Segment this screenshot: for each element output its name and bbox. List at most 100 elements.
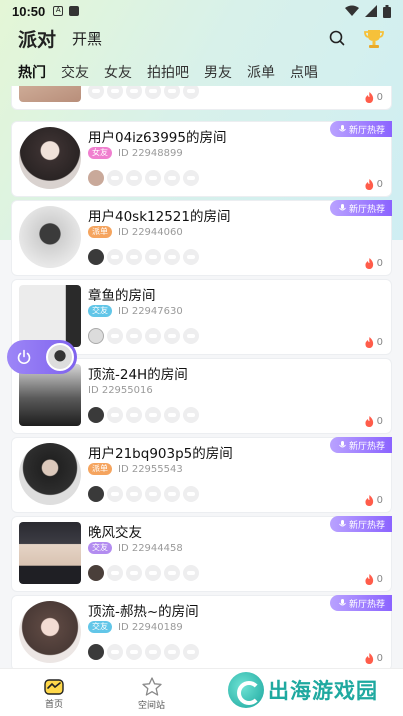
empty-seat-icon[interactable] <box>107 170 123 186</box>
empty-seat-icon[interactable] <box>164 486 180 502</box>
empty-seat-icon[interactable] <box>107 565 123 581</box>
category-social[interactable]: 交友 <box>61 62 89 82</box>
hot-indicator: 0 <box>365 258 383 269</box>
hot-count: 0 <box>376 92 383 103</box>
badge-label: 新厅热荐 <box>348 520 385 531</box>
empty-seat-icon[interactable] <box>107 486 123 502</box>
tab-party[interactable]: 派对 <box>15 25 59 52</box>
badge-label: 新厅热荐 <box>348 204 385 215</box>
search-icon[interactable] <box>329 30 345 46</box>
room-id: ID 22955543 <box>118 463 183 475</box>
room-id: ID 22944458 <box>118 542 183 554</box>
room-card[interactable]: 用户40sk12521的房间 派单 ID 22944060 新厅热荐 0 <box>11 200 392 276</box>
room-meta: 派单 ID 22955543 <box>88 462 183 476</box>
empty-seat-icon[interactable] <box>183 486 199 502</box>
empty-seat-icon[interactable] <box>107 86 123 99</box>
empty-seat-icon[interactable] <box>183 328 199 344</box>
room-card[interactable]: 用户04iz63995的房间 女友 ID 22948899 新厅热荐 0 <box>11 121 392 197</box>
occupied-seat-avatar[interactable] <box>88 170 104 186</box>
category-tabs: 热门 交友 女友 拍拍吧 男友 派单 点唱 <box>0 60 403 84</box>
signal-icon <box>365 5 377 17</box>
room-tag: 派单 <box>88 463 112 475</box>
empty-seat-icon[interactable] <box>183 407 199 423</box>
category-boyfriend[interactable]: 男友 <box>204 62 232 82</box>
hot-count: 0 <box>376 574 383 585</box>
occupied-seat-avatar[interactable] <box>88 644 104 660</box>
empty-seat-icon[interactable] <box>145 170 161 186</box>
battery-icon <box>383 4 391 18</box>
room-meta: 交友 ID 22944458 <box>88 541 183 555</box>
room-tag: 交友 <box>88 305 112 317</box>
mini-room-avatar[interactable] <box>46 343 74 371</box>
empty-seat-icon[interactable] <box>164 565 180 581</box>
empty-seat-icon[interactable] <box>183 565 199 581</box>
empty-seat-icon[interactable] <box>164 644 180 660</box>
empty-seat-icon[interactable] <box>126 249 142 265</box>
empty-seat-icon[interactable] <box>126 170 142 186</box>
empty-seat-icon[interactable] <box>126 486 142 502</box>
empty-seat-icon[interactable] <box>145 486 161 502</box>
empty-seat-icon[interactable] <box>126 328 142 344</box>
empty-seat-icon[interactable] <box>145 249 161 265</box>
room-card[interactable]: 顶流-郝热~的房间 交友 ID 22940189 新厅热荐 0 <box>11 595 392 668</box>
empty-seat-icon[interactable] <box>164 407 180 423</box>
empty-seat-icon[interactable] <box>126 644 142 660</box>
occupied-seat-avatar[interactable] <box>88 249 104 265</box>
empty-seat-icon[interactable] <box>145 565 161 581</box>
empty-seat-icon[interactable] <box>164 86 180 99</box>
category-auction[interactable]: 拍拍吧 <box>147 62 189 82</box>
room-title: 章鱼的房间 <box>88 288 156 304</box>
room-card[interactable]: 用户21bq903p5的房间 派单 ID 22955543 新厅热荐 0 <box>11 437 392 513</box>
empty-seat-icon[interactable] <box>145 328 161 344</box>
category-hot[interactable]: 热门 <box>18 62 46 82</box>
empty-seat-icon[interactable] <box>107 328 123 344</box>
room-avatar <box>19 285 81 347</box>
flame-icon <box>365 337 373 348</box>
empty-seat-icon[interactable] <box>126 407 142 423</box>
empty-seat-icon[interactable] <box>145 644 161 660</box>
empty-seat-icon[interactable] <box>145 86 161 99</box>
empty-seat-icon[interactable] <box>183 249 199 265</box>
microphone-icon <box>339 598 346 605</box>
empty-seat-icon[interactable] <box>107 407 123 423</box>
star-icon <box>141 677 162 696</box>
nav-home[interactable]: 首页 <box>44 677 64 710</box>
empty-seat-icon[interactable] <box>164 328 180 344</box>
empty-seat-icon[interactable] <box>107 644 123 660</box>
occupied-seat-avatar[interactable] <box>88 328 104 344</box>
occupied-seat-avatar[interactable] <box>88 407 104 423</box>
category-girlfriend[interactable]: 女友 <box>104 62 132 82</box>
room-title: 晚风交友 <box>88 525 142 541</box>
room-card[interactable]: 晚风交友 交友 ID 22944458 新厅热荐 0 <box>11 516 392 592</box>
room-card-partial[interactable]: 0 <box>11 86 392 110</box>
empty-seat-icon[interactable] <box>183 644 199 660</box>
new-room-badge: 新厅热荐 <box>329 516 392 532</box>
room-avatar <box>19 522 81 584</box>
room-meta: 派单 ID 22944060 <box>88 225 183 239</box>
room-tag: 交友 <box>88 621 112 633</box>
nav-space-station[interactable]: 空间站 <box>138 677 165 711</box>
trophy-icon[interactable] <box>363 27 385 49</box>
empty-seat-icon[interactable] <box>183 86 199 99</box>
empty-seat-icon[interactable] <box>126 86 142 99</box>
notification-square-icon <box>69 6 80 16</box>
empty-seat-icon[interactable] <box>107 249 123 265</box>
empty-seat-icon[interactable] <box>126 565 142 581</box>
seat-row <box>88 486 199 502</box>
empty-seat-icon[interactable] <box>164 170 180 186</box>
occupied-seat-avatar[interactable] <box>88 565 104 581</box>
floating-mini-room[interactable] <box>7 340 77 374</box>
empty-seat-icon[interactable] <box>88 86 104 99</box>
room-tag: 女友 <box>88 147 112 159</box>
microphone-icon <box>339 203 346 210</box>
power-icon[interactable] <box>16 349 32 365</box>
empty-seat-icon[interactable] <box>164 249 180 265</box>
microphone-icon <box>339 440 346 447</box>
empty-seat-icon[interactable] <box>145 407 161 423</box>
category-dispatch[interactable]: 派单 <box>247 62 275 82</box>
empty-seat-icon[interactable] <box>183 170 199 186</box>
flame-icon <box>365 92 373 103</box>
tab-gaming[interactable]: 开黑 <box>72 28 102 49</box>
category-sing[interactable]: 点唱 <box>290 62 318 82</box>
occupied-seat-avatar[interactable] <box>88 486 104 502</box>
